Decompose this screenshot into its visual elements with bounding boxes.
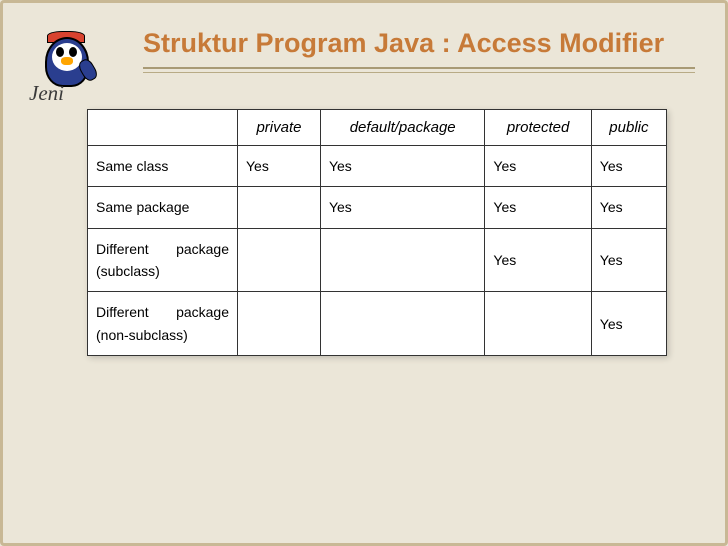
- table-header-empty: [88, 109, 238, 145]
- cell: Yes: [485, 228, 591, 292]
- table-row: Different package (non-subclass) Yes: [88, 292, 667, 356]
- slide-container: Jeni Struktur Program Java : Access Modi…: [0, 0, 728, 546]
- cell: Yes: [591, 187, 666, 228]
- row-label: Same class: [88, 145, 238, 186]
- table-header-protected: protected: [485, 109, 591, 145]
- table-row: Different package (subclass) Yes Yes: [88, 228, 667, 292]
- jeni-logo: Jeni: [19, 29, 109, 109]
- cell: [320, 292, 484, 356]
- cell: Yes: [485, 145, 591, 186]
- cell: [238, 187, 321, 228]
- divider-thin: [143, 72, 695, 73]
- logo-text: Jeni: [29, 81, 64, 106]
- divider-thick: [143, 67, 695, 69]
- table-header-default: default/package: [320, 109, 484, 145]
- penguin-eye-icon: [56, 47, 64, 57]
- cell: [238, 292, 321, 356]
- access-modifier-table-container: private default/package protected public…: [87, 109, 667, 356]
- slide-title: Struktur Program Java : Access Modifier: [143, 27, 695, 61]
- cell: Yes: [591, 145, 666, 186]
- access-modifier-table: private default/package protected public…: [87, 109, 667, 356]
- cell: Yes: [238, 145, 321, 186]
- table-header-private: private: [238, 109, 321, 145]
- table-row: Same package Yes Yes Yes: [88, 187, 667, 228]
- title-underline: [143, 67, 695, 73]
- cell: [238, 228, 321, 292]
- row-label: Different package (non-subclass): [88, 292, 238, 356]
- cell: [485, 292, 591, 356]
- table-header-public: public: [591, 109, 666, 145]
- penguin-beak-icon: [61, 57, 73, 65]
- slide-header: Struktur Program Java : Access Modifier: [143, 27, 695, 61]
- penguin-eye-icon: [69, 47, 77, 57]
- table-row: Same class Yes Yes Yes Yes: [88, 145, 667, 186]
- cell: [320, 228, 484, 292]
- cell: Yes: [485, 187, 591, 228]
- row-label: Same package: [88, 187, 238, 228]
- cell: Yes: [591, 228, 666, 292]
- cell: Yes: [591, 292, 666, 356]
- cell: Yes: [320, 145, 484, 186]
- row-label: Different package (subclass): [88, 228, 238, 292]
- cell: Yes: [320, 187, 484, 228]
- table-header-row: private default/package protected public: [88, 109, 667, 145]
